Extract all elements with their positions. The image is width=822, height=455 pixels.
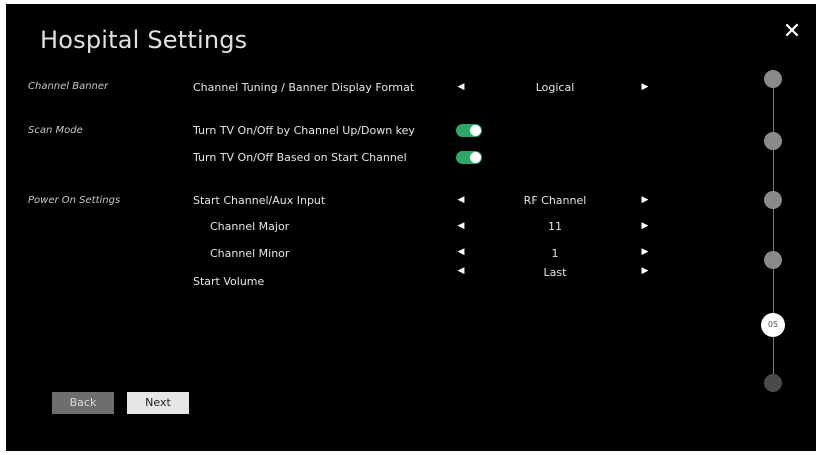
page-title: Hospital Settings <box>40 26 248 54</box>
channel-major-label: Channel Major <box>210 220 290 233</box>
step-4-dot[interactable] <box>764 251 782 269</box>
channel-major-left-arrow-icon[interactable]: ◀ <box>455 221 467 231</box>
start-channel-label: Start Channel/Aux Input <box>193 194 326 207</box>
start-volume-left-arrow-icon[interactable]: ◀ <box>455 266 467 276</box>
toggle-knob <box>470 125 481 136</box>
start-volume-value: Last <box>543 266 567 279</box>
tv-onoff-updown-toggle[interactable] <box>456 124 482 137</box>
tv-onoff-start-toggle[interactable] <box>456 151 482 164</box>
step-6-dot[interactable] <box>764 374 782 392</box>
section-power-on-settings: Power On Settings <box>28 195 121 206</box>
section-channel-banner: Channel Banner <box>28 81 109 92</box>
start-volume-right-arrow-icon[interactable]: ▶ <box>639 266 651 276</box>
channel-major-value: 11 <box>548 220 562 233</box>
start-channel-value: RF Channel <box>523 194 587 207</box>
start-volume-label: Start Volume <box>193 275 265 288</box>
start-channel-right-arrow-icon[interactable]: ▶ <box>639 195 651 205</box>
toggle-knob <box>470 152 481 163</box>
channel-minor-left-arrow-icon[interactable]: ◀ <box>455 247 467 257</box>
tv-onoff-start-label: Turn TV On/Off Based on Start Channel <box>193 151 407 164</box>
step-3-dot[interactable] <box>764 191 782 209</box>
step-1-dot[interactable] <box>764 70 782 88</box>
banner-format-value: Logical <box>535 81 575 94</box>
section-scan-mode: Scan Mode <box>28 125 83 136</box>
channel-major-right-arrow-icon[interactable]: ▶ <box>639 221 651 231</box>
channel-minor-value: 1 <box>551 247 559 260</box>
tv-onoff-updown-label: Turn TV On/Off by Channel Up/Down key <box>193 124 415 137</box>
step-current[interactable]: 05 <box>761 313 785 337</box>
banner-format-left-arrow-icon[interactable]: ◀ <box>455 82 467 92</box>
close-icon[interactable]: ✕ <box>782 21 802 43</box>
back-button[interactable]: Back <box>52 392 114 414</box>
channel-minor-right-arrow-icon[interactable]: ▶ <box>639 247 651 257</box>
next-button[interactable]: Next <box>127 392 189 414</box>
hospital-settings-screen: Hospital Settings ✕ Channel Banner Chann… <box>6 4 816 451</box>
channel-minor-label: Channel Minor <box>210 247 290 260</box>
step-2-dot[interactable] <box>764 132 782 150</box>
banner-format-label: Channel Tuning / Banner Display Format <box>193 81 415 94</box>
banner-format-right-arrow-icon[interactable]: ▶ <box>639 82 651 92</box>
start-channel-left-arrow-icon[interactable]: ◀ <box>455 195 467 205</box>
stepper-track <box>773 80 774 386</box>
